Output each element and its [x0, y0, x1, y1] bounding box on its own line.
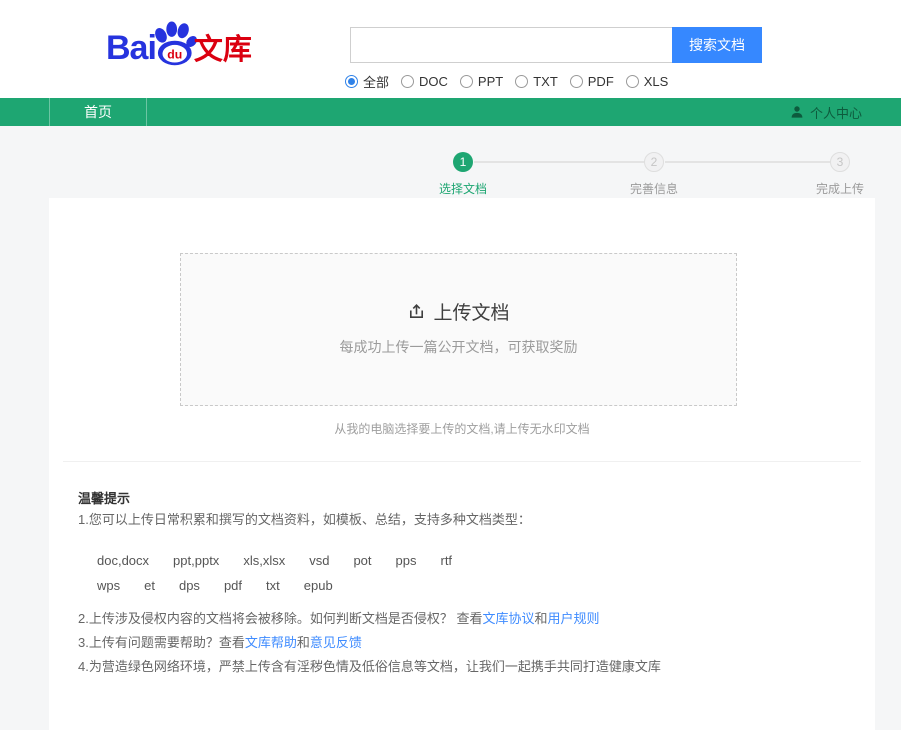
- nav-home-tab[interactable]: 首页: [49, 98, 147, 126]
- section-divider: [63, 461, 861, 462]
- filter-option-all[interactable]: 全部: [345, 72, 389, 91]
- baidu-paw-icon: du: [151, 20, 197, 66]
- step-circle-3: 3: [830, 152, 850, 172]
- tip-item-2-and: 和: [534, 611, 547, 626]
- link-library-help[interactable]: 文库帮助: [245, 635, 297, 650]
- user-center-link[interactable]: 个人中心: [790, 98, 862, 126]
- tip-item-1: 1.您可以上传日常积累和撰写的文档资料，如模板、总结，支持多种文档类型：: [78, 509, 531, 528]
- filter-label: PDF: [588, 74, 614, 89]
- filetype: vsd: [309, 553, 329, 568]
- main-navbar: 首页 个人中心: [0, 98, 901, 126]
- tips-section: 温馨提示 1.您可以上传日常积累和撰写的文档资料，如模板、总结，支持多种文档类型…: [78, 482, 868, 712]
- search-input[interactable]: [350, 27, 672, 63]
- search-button[interactable]: 搜索文档: [672, 27, 762, 63]
- upload-title-row: 上传文档: [181, 298, 736, 325]
- filetypes-row-1: doc,docx ppt,pptx xls,xlsx vsd pot pps r…: [97, 553, 476, 568]
- filetype: txt: [266, 578, 280, 593]
- step-label-select-doc: 选择文档: [413, 180, 513, 197]
- link-user-rules[interactable]: 用户规则: [548, 611, 600, 626]
- filter-label: XLS: [644, 74, 669, 89]
- tips-heading: 温馨提示: [78, 488, 130, 507]
- filter-option-xls[interactable]: XLS: [626, 74, 669, 89]
- upload-title: 上传文档: [433, 298, 509, 325]
- filter-option-doc[interactable]: DOC: [401, 74, 448, 89]
- upload-steps: 1 2 3 选择文档 完善信息 完成上传: [0, 126, 901, 206]
- user-center-label: 个人中心: [810, 103, 862, 122]
- logo-text-du: du: [167, 47, 182, 61]
- step-connector: [665, 161, 830, 163]
- filetype: wps: [97, 578, 120, 593]
- upload-dropzone[interactable]: 上传文档 每成功上传一篇公开文档，可获取奖励: [180, 253, 737, 406]
- radio-icon[interactable]: [570, 75, 583, 88]
- upload-subtitle: 每成功上传一篇公开文档，可获取奖励: [181, 337, 736, 357]
- step-label-complete-info: 完善信息: [604, 180, 704, 197]
- radio-icon[interactable]: [515, 75, 528, 88]
- nav-home-label: 首页: [84, 104, 112, 120]
- filetype: pot: [353, 553, 371, 568]
- tip-item-3: 3.上传有问题需要帮助？查看文库帮助和意见反馈: [78, 632, 362, 651]
- upload-caption: 从我的电脑选择要上传的文档,请上传无水印文档: [49, 420, 875, 437]
- radio-icon[interactable]: [401, 75, 414, 88]
- filter-label: 全部: [363, 72, 389, 91]
- link-library-agreement[interactable]: 文库协议: [482, 611, 534, 626]
- filter-label: DOC: [419, 74, 448, 89]
- filetype: pdf: [224, 578, 242, 593]
- filter-option-pdf[interactable]: PDF: [570, 74, 614, 89]
- filetype: et: [144, 578, 155, 593]
- filetype: epub: [304, 578, 333, 593]
- filetype: dps: [179, 578, 200, 593]
- main-area: 1 2 3 选择文档 完善信息 完成上传 上传文档 每成功上传一篇公开文档，可获…: [0, 126, 901, 730]
- search-bar: 搜索文档: [350, 27, 762, 63]
- header: Bai du 文库 搜索文档 全部 DOC PPT TX: [0, 0, 901, 98]
- filetype: doc,docx: [97, 553, 149, 568]
- tip-item-2-text: 2.上传涉及侵权内容的文档将会被移除。如何判断文档是否侵权？ 查看: [78, 611, 482, 626]
- logo-text-bai: Bai: [106, 31, 156, 65]
- filetypes-row-2: wps et dps pdf txt epub: [97, 578, 357, 593]
- link-feedback[interactable]: 意见反馈: [310, 635, 362, 650]
- step-connector: [474, 161, 644, 163]
- step-circle-1: 1: [453, 152, 473, 172]
- search-filters: 全部 DOC PPT TXT PDF XLS: [345, 72, 668, 91]
- tip-item-3-text: 3.上传有问题需要帮助？查看: [78, 635, 245, 650]
- user-icon: [790, 105, 804, 119]
- filter-option-ppt[interactable]: PPT: [460, 74, 503, 89]
- filetype: ppt,pptx: [173, 553, 219, 568]
- upload-icon: [407, 302, 426, 321]
- tip-item-3-and: 和: [297, 635, 310, 650]
- upload-card: 上传文档 每成功上传一篇公开文档，可获取奖励 从我的电脑选择要上传的文档,请上传…: [49, 198, 875, 730]
- filter-label: TXT: [533, 74, 558, 89]
- filetype: rtf: [440, 553, 452, 568]
- logo-text-wenku: 文库: [194, 35, 252, 65]
- baidu-wenku-logo[interactable]: Bai du 文库: [106, 20, 252, 65]
- filetype: xls,xlsx: [243, 553, 285, 568]
- radio-checked-icon[interactable]: [345, 75, 358, 88]
- step-label-finish-upload: 完成上传: [790, 180, 890, 197]
- radio-icon[interactable]: [460, 75, 473, 88]
- tip-item-2: 2.上传涉及侵权内容的文档将会被移除。如何判断文档是否侵权？ 查看文库协议和用户…: [78, 608, 600, 627]
- radio-icon[interactable]: [626, 75, 639, 88]
- filter-option-txt[interactable]: TXT: [515, 74, 558, 89]
- step-circle-2: 2: [644, 152, 664, 172]
- filter-label: PPT: [478, 74, 503, 89]
- tip-item-4: 4.为营造绿色网络环境，严禁上传含有淫秽色情及低俗信息等文档，让我们一起携手共同…: [78, 656, 661, 675]
- filetype: pps: [396, 553, 417, 568]
